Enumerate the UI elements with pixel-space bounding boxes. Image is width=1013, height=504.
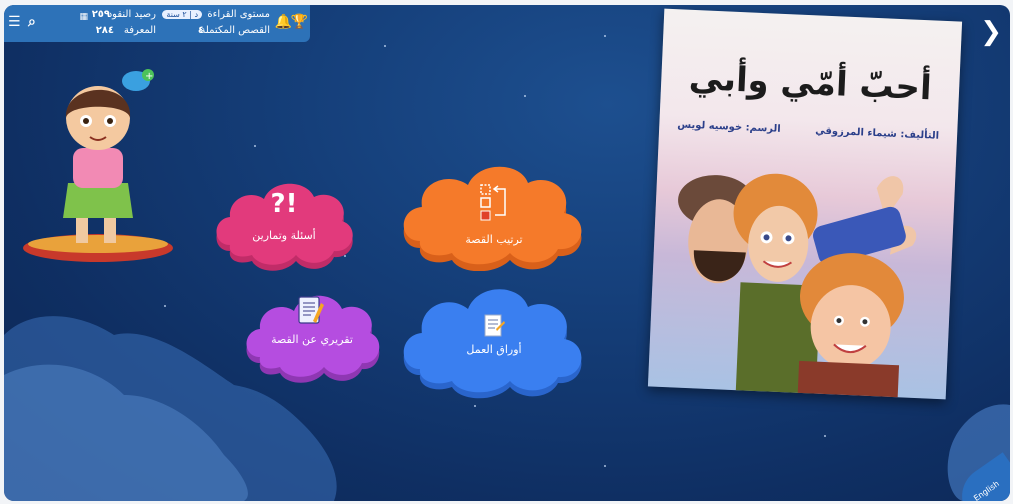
book-title: أحبّ أمّي وأبي: [688, 57, 933, 109]
search-icon[interactable]: ⌕: [28, 15, 36, 29]
level-badge: د | ٢ سنة: [162, 10, 202, 19]
trophy-icon: 🏆: [290, 14, 308, 30]
sequence-icon: [480, 184, 506, 221]
book-cover[interactable]: أحبّ أمّي وأبي التأليف: شيماء المرزوقي ا…: [647, 8, 963, 400]
completed-value: ٤: [197, 25, 204, 36]
worksheets-button[interactable]: أوراق العمل: [396, 283, 592, 401]
story-report-label: تقريري عن القصة: [271, 333, 353, 346]
coins-value: ٢٥٩: [91, 9, 110, 20]
language-label: English: [972, 479, 1001, 501]
status-bar: 🏆 🔔 مستوى القراءة د | ٢ سنة رصيد النقود …: [4, 5, 310, 42]
menu-icon[interactable]: ☰: [8, 15, 21, 29]
book-credits: التأليف: شيماء المرزوقي الرسم: خوسيه لوي…: [677, 119, 939, 141]
app-stage: 🏆 🔔 مستوى القراءة د | ٢ سنة رصيد النقود …: [4, 5, 1010, 501]
questions-label: أسئلة وتمارين: [252, 229, 316, 242]
reading-level-badge: د | ٢ سنة: [160, 9, 204, 20]
cloud-shape: [403, 289, 582, 399]
book-author: التأليف: شيماء المرزوقي: [814, 125, 940, 142]
worksheets-label: أوراق العمل: [466, 343, 522, 356]
question-exclamation-icon: ?!: [270, 189, 298, 219]
knowledge-label: المعرفة: [123, 25, 156, 36]
story-order-button[interactable]: ترتيب القصة: [396, 159, 592, 271]
story-order-label: ترتيب القصة: [465, 233, 523, 246]
notebook-pen-icon: [298, 296, 324, 324]
book-illustration: [678, 173, 917, 400]
girl-character: +: [23, 69, 173, 262]
coins-label: رصيد النقود: [107, 9, 156, 20]
next-page-arrow[interactable]: ❯: [980, 17, 1002, 47]
svg-text:+: +: [145, 71, 153, 82]
completed-label: القصص المكتملة: [200, 25, 270, 36]
questions-exercises-button[interactable]: ?! أسئلة وتمارين: [210, 175, 358, 271]
story-report-button[interactable]: تقريري عن القصة: [240, 289, 384, 383]
knowledge-value: ٢٨٤: [95, 25, 114, 36]
bell-icon[interactable]: 🔔: [275, 15, 292, 29]
reading-level-label: مستوى القراءة: [207, 9, 270, 20]
book-illustrator: الرسم: خوسيه لويس: [677, 119, 781, 135]
coins-icon: ▦: [79, 12, 88, 22]
worksheet-icon: [484, 314, 505, 337]
